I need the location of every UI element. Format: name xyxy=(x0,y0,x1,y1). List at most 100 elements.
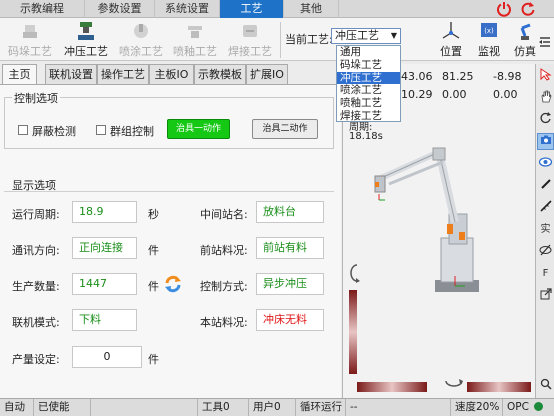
collapse-icon[interactable] xyxy=(539,36,551,48)
ruler-icon xyxy=(539,200,552,212)
stamping-icon xyxy=(78,22,94,40)
zoom-slider[interactable] xyxy=(467,382,531,392)
hide-tool[interactable] xyxy=(537,243,554,260)
shield-detect-checkbox[interactable] xyxy=(18,125,28,135)
glazing-icon xyxy=(188,26,202,38)
process-dropdown-list: 通用 码垛工艺 冲压工艺 喷涂工艺 喷釉工艺 焊接工艺 xyxy=(336,45,401,122)
tab-extension-io[interactable]: 扩展IO xyxy=(246,64,288,84)
dropdown-option-welding[interactable]: 焊接工艺 xyxy=(337,110,400,123)
process-toolbar: 码垛工艺 冲压工艺 喷涂工艺 喷釉工艺 焊接工艺 当前工艺: 冲压工艺 ▼ 位置… xyxy=(0,18,554,61)
display-options-divider xyxy=(4,191,334,192)
tab-teach-programming[interactable]: 示教编程 xyxy=(0,0,85,18)
status-user: 用户0 xyxy=(249,399,296,416)
tab-home[interactable]: 主页 xyxy=(2,64,37,85)
dropdown-option-general[interactable]: 通用 xyxy=(337,46,400,59)
spraying-icon xyxy=(134,24,148,38)
palletizing-icon xyxy=(23,25,37,38)
reset-icon[interactable] xyxy=(520,1,536,17)
refresh-icon[interactable] xyxy=(163,274,183,294)
tool-spraying-label: 喷涂工艺 xyxy=(119,45,163,58)
cursor-tool[interactable] xyxy=(537,67,554,84)
export-tool[interactable] xyxy=(537,287,554,304)
svg-text:(x): (x) xyxy=(484,27,494,35)
export-icon xyxy=(540,288,552,300)
group-control-label: 群组控制 xyxy=(110,125,154,138)
control-mode-label: 控制方式: xyxy=(200,280,248,293)
ruler-tool[interactable] xyxy=(537,199,554,216)
solid-view-tool[interactable]: 实 xyxy=(537,221,554,238)
tool-welding-label: 焊接工艺 xyxy=(228,45,272,58)
eye-tool[interactable] xyxy=(537,155,554,172)
position-icon xyxy=(442,22,460,39)
tool-spraying[interactable]: 喷涂工艺 xyxy=(117,20,165,60)
yield-setting-input[interactable]: 0 xyxy=(72,346,142,368)
horizontal-rotate-slider[interactable] xyxy=(357,382,427,392)
tool-glazing[interactable]: 喷釉工艺 xyxy=(171,20,219,60)
yield-setting-unit: 件 xyxy=(148,353,159,366)
vertical-rotate-slider[interactable] xyxy=(349,290,357,374)
hand-icon xyxy=(541,90,551,103)
tab-system-settings[interactable]: 系统设置 xyxy=(155,0,220,18)
power-icon[interactable] xyxy=(496,1,512,17)
coord-value: 10.29 xyxy=(401,88,433,101)
status-tool: 工具0 xyxy=(198,399,249,416)
rotate-tool[interactable] xyxy=(537,111,554,128)
tab-mainboard-io[interactable]: 主板IO xyxy=(149,64,194,84)
hand-tool[interactable] xyxy=(537,89,554,106)
fixture1-action-button[interactable]: 治具一动作 xyxy=(167,119,230,139)
tool-welding[interactable]: 焊接工艺 xyxy=(226,20,274,60)
coord-value: 43.06 xyxy=(401,70,433,83)
tab-other[interactable]: 其他 xyxy=(284,0,339,18)
tab-online-settings[interactable]: 联机设置 xyxy=(45,64,97,84)
tool-stamping-label: 冲压工艺 xyxy=(64,45,108,58)
status-enabled: 已使能 xyxy=(34,399,91,416)
production-count-unit: 件 xyxy=(148,280,159,293)
tab-operation-process[interactable]: 操作工艺 xyxy=(97,64,149,84)
status-empty xyxy=(91,399,198,416)
tool-palletizing-label: 码垛工艺 xyxy=(8,45,52,58)
group-control-checkbox[interactable] xyxy=(96,125,106,135)
fixture2-action-button[interactable]: 治具二动作 xyxy=(252,119,318,139)
tab-parameter-settings[interactable]: 参数设置 xyxy=(85,0,155,18)
camera-icon xyxy=(540,135,551,144)
dropdown-option-glazing[interactable]: 喷釉工艺 xyxy=(337,97,400,110)
toolbar-divider xyxy=(280,22,281,58)
production-count-field: 1447 xyxy=(72,273,137,295)
pen-tool[interactable] xyxy=(537,177,554,194)
rotate-horizontal-icon[interactable] xyxy=(443,377,465,391)
tool-position[interactable]: 位置 xyxy=(430,20,472,60)
top-tab-bar: 示教编程 参数设置 系统设置 工艺 其他 xyxy=(0,0,554,18)
production-count-label: 生产数量: xyxy=(12,280,60,293)
tool-palletizing[interactable]: 码垛工艺 xyxy=(6,20,54,60)
cursor-icon xyxy=(540,68,552,81)
pen-icon xyxy=(540,179,551,189)
current-process-select[interactable]: 冲压工艺 ▼ xyxy=(331,28,401,44)
run-cycle-field: 18.9 xyxy=(72,201,137,223)
home-panel: 控制选项 屏蔽检测 群组控制 治具一动作 治具二动作 显示选项 运行周期: 18… xyxy=(0,84,341,398)
dropdown-option-palletizing[interactable]: 码垛工艺 xyxy=(337,59,400,72)
tool-stamping[interactable]: 冲压工艺 xyxy=(62,20,110,60)
dropdown-option-spraying[interactable]: 喷涂工艺 xyxy=(337,84,400,97)
comm-direction-unit: 件 xyxy=(148,244,159,257)
front-material-field: 前站有料 xyxy=(256,237,324,259)
tab-teach-template[interactable]: 示教模板 xyxy=(194,64,246,84)
tab-process[interactable]: 工艺 xyxy=(220,0,284,18)
zoom-tool[interactable] xyxy=(537,377,554,394)
control-options-title: 控制选项 xyxy=(12,90,60,106)
zoom-icon xyxy=(540,378,552,390)
rotate-vertical-icon[interactable] xyxy=(347,262,361,284)
status-program: -- xyxy=(346,399,451,416)
run-cycle-unit: 秒 xyxy=(148,208,159,221)
view-tool-bar: 实 F xyxy=(535,64,554,398)
simulation-icon xyxy=(520,23,531,40)
frame-tool[interactable]: F xyxy=(537,265,554,282)
coord-value: -8.98 xyxy=(493,70,522,83)
tool-position-label: 位置 xyxy=(440,45,462,58)
dropdown-option-stamping[interactable]: 冲压工艺 xyxy=(337,71,400,85)
middle-station-field: 放料台 xyxy=(256,201,324,223)
eye-off-icon xyxy=(539,244,552,256)
run-cycle-label: 运行周期: xyxy=(12,208,60,221)
this-material-label: 本站料况: xyxy=(200,316,248,329)
camera-tool[interactable] xyxy=(537,133,554,150)
opc-status-dot xyxy=(534,402,544,411)
